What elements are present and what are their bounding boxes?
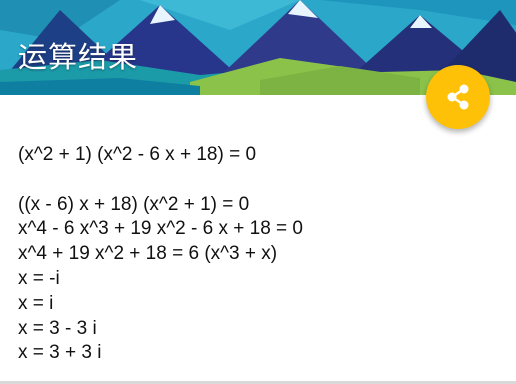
result-line: x = i <box>18 292 54 314</box>
result-line: ((x - 6) x + 18) (x^2 + 1) = 0 <box>18 193 250 215</box>
calculation-result: (x^2 + 1) (x^2 - 6 x + 18) = 0 ((x - 6) … <box>18 143 498 366</box>
result-line: x = -i <box>18 267 60 289</box>
result-line: (x^2 + 1) (x^2 - 6 x + 18) = 0 <box>18 144 257 165</box>
page-title: 运算结果 <box>18 40 139 74</box>
result-line <box>18 168 498 193</box>
result-line: x^4 + 19 x^2 + 18 = 6 (x^3 + x) <box>18 243 278 265</box>
result-line: x^4 - 6 x^3 + 19 x^2 - 6 x + 18 = 0 <box>18 218 303 240</box>
result-line: x = 3 + 3 i <box>18 342 102 364</box>
result-line: x = 3 - 3 i <box>18 317 97 339</box>
share-button[interactable] <box>426 65 490 129</box>
share-icon <box>447 84 469 110</box>
